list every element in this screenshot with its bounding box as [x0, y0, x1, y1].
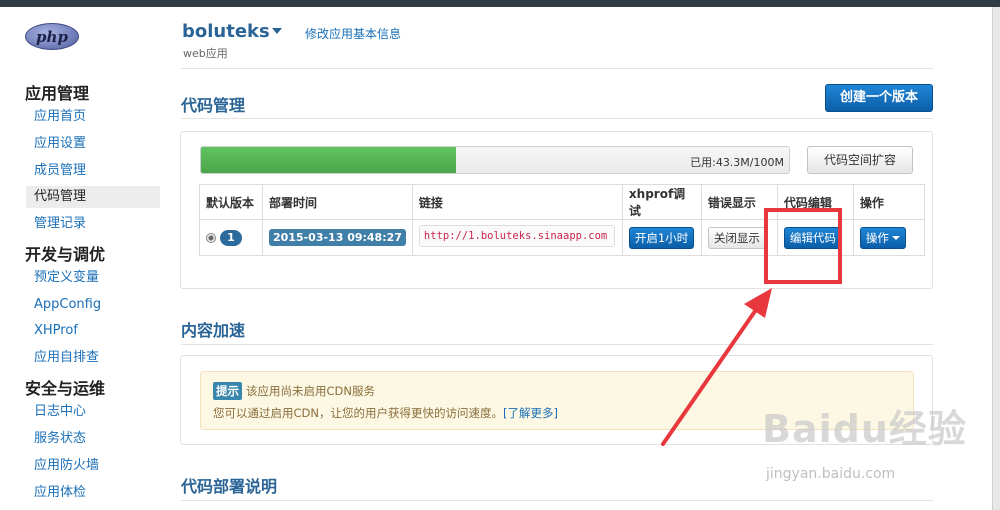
deploy-time-cell: 2015-03-13 09:48:27: [262, 219, 413, 256]
storage-usage-bar: 已用:43.3M/100M: [200, 146, 790, 174]
learn-more-link[interactable]: [了解更多]: [503, 406, 558, 420]
alert-message: 该应用尚未启用CDN服务: [246, 384, 375, 398]
sidebar-item-appconfig[interactable]: AppConfig: [26, 294, 160, 316]
storage-usage-text: 已用:43.3M/100M: [690, 156, 784, 169]
app-name-dropdown[interactable]: boluteks: [182, 21, 282, 42]
sidebar-item-health-check[interactable]: 应用体检: [26, 482, 160, 504]
annotation-highlight-box: [764, 208, 842, 284]
alert-detail: 您可以通过启用CDN，让您的用户获得更快的访问速度。[了解更多]: [213, 405, 558, 421]
edit-app-info-link[interactable]: 修改应用基本信息: [305, 25, 401, 42]
sidebar-item-members[interactable]: 成员管理: [26, 160, 160, 182]
top-bar: [0, 0, 1000, 7]
col-default-version: 默认版本: [199, 184, 263, 220]
xhprof-cell: 开启1小时: [621, 219, 702, 256]
section-divider: [181, 500, 933, 501]
default-version-cell: 1: [199, 219, 263, 256]
sidebar-item-log-center[interactable]: 日志中心: [26, 401, 160, 423]
header-divider: [181, 68, 933, 69]
disable-error-display-button[interactable]: 关闭显示: [707, 226, 766, 249]
app-url-link[interactable]: http://1.boluteks.sinaapp.com: [418, 225, 615, 247]
sidebar-item-code-management[interactable]: 代码管理: [26, 186, 160, 208]
code-management-title: 代码管理: [181, 96, 246, 115]
watermark-url: jingyan.baidu.com: [766, 466, 896, 482]
section-divider: [181, 344, 933, 345]
sidebar-group-app-management: 应用管理: [25, 84, 90, 103]
sidebar-group-dev-tuning: 开发与调优: [25, 245, 106, 264]
expand-space-button[interactable]: 代码空间扩容: [807, 146, 913, 174]
create-version-button[interactable]: 创建一个版本: [825, 84, 933, 112]
logo-text: php: [36, 27, 68, 46]
sidebar-item-firewall[interactable]: 应用防火墙: [26, 455, 160, 477]
sidebar-group-security-ops: 安全与运维: [25, 379, 106, 398]
col-link: 链接: [411, 184, 623, 220]
alert-detail-text: 您可以通过启用CDN，让您的用户获得更快的访问速度。: [213, 406, 503, 420]
sidebar-item-service-status[interactable]: 服务状态: [26, 428, 160, 450]
actions-dropdown-button[interactable]: 操作: [859, 226, 906, 249]
deploy-docs-title: 代码部署说明: [181, 477, 278, 496]
watermark-brand: Baidu经验: [762, 407, 967, 451]
php-logo[interactable]: php: [25, 23, 79, 50]
enable-xhprof-button[interactable]: 开启1小时: [628, 226, 695, 249]
app-type: web应用: [183, 47, 228, 60]
caret-down-icon: [891, 235, 900, 240]
col-actions: 操作: [852, 184, 925, 220]
col-xhprof: xhprof调试: [621, 184, 702, 220]
default-version-radio[interactable]: [206, 232, 216, 243]
sidebar-item-app-home[interactable]: 应用首页: [26, 106, 160, 128]
alert-label: 提示: [213, 382, 242, 400]
cdn-title: 内容加速: [181, 321, 246, 340]
sidebar-item-xhprof[interactable]: XHProf: [26, 320, 160, 342]
watermark-logo: Baidu经验: [762, 398, 967, 453]
app-name: boluteks: [182, 21, 270, 42]
section-divider: [181, 118, 933, 119]
caret-down-icon: [271, 28, 282, 34]
sidebar-item-predefined-vars[interactable]: 预定义变量: [26, 267, 160, 289]
link-cell: http://1.boluteks.sinaapp.com: [411, 219, 623, 256]
actions-label: 操作: [865, 230, 889, 245]
sidebar-item-management-log[interactable]: 管理记录: [26, 213, 160, 235]
sidebar-item-app-settings[interactable]: 应用设置: [26, 133, 160, 155]
deploy-time-badge: 2015-03-13 09:48:27: [269, 229, 406, 246]
sidebar-item-self-check[interactable]: 应用自排查: [26, 347, 160, 369]
col-deploy-time: 部署时间: [262, 184, 413, 220]
window-scrollbar[interactable]: [992, 7, 1000, 510]
storage-usage-fill: [201, 147, 456, 173]
version-badge: 1: [220, 229, 242, 246]
actions-cell: 操作: [852, 219, 925, 256]
